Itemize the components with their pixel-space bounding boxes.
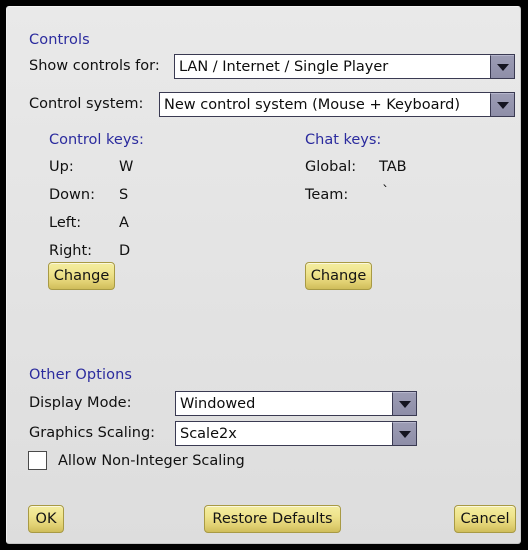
options-dialog-panel: Controls Show controls for: LAN / Intern… — [6, 6, 521, 544]
graphics-scaling-value: Scale2x — [176, 422, 392, 445]
control-key-label-down: Down: — [49, 187, 95, 203]
control-key-value-down: S — [119, 187, 129, 203]
chevron-down-icon — [398, 430, 411, 438]
chat-key-label-global: Global: — [305, 159, 357, 175]
graphics-scaling-select[interactable]: Scale2x — [175, 421, 417, 446]
display-mode-label: Display Mode: — [29, 395, 132, 411]
control-key-label-right: Right: — [49, 243, 93, 259]
chevron-down-icon — [496, 63, 509, 71]
allow-non-integer-scaling-label: Allow Non-Integer Scaling — [58, 452, 245, 469]
control-system-dropdown-button[interactable] — [490, 93, 514, 116]
allow-non-integer-scaling-checkbox[interactable] — [28, 451, 47, 470]
control-key-value-left: A — [119, 215, 129, 231]
chevron-down-icon — [398, 400, 411, 408]
control-system-value: New control system (Mouse + Keyboard) — [160, 93, 490, 116]
chat-key-value-team: ` — [382, 184, 390, 200]
other-options-section-header: Other Options — [29, 367, 133, 383]
ok-button[interactable]: OK — [28, 505, 64, 533]
show-controls-for-label: Show controls for: — [29, 58, 160, 74]
options-dialog-window: Controls Show controls for: LAN / Intern… — [0, 0, 528, 550]
chevron-down-icon — [496, 101, 509, 109]
graphics-scaling-dropdown-button[interactable] — [392, 422, 416, 445]
control-key-label-left: Left: — [49, 215, 82, 231]
cancel-button[interactable]: Cancel — [454, 505, 516, 533]
control-system-select[interactable]: New control system (Mouse + Keyboard) — [159, 92, 515, 117]
controls-section-header: Controls — [29, 32, 90, 48]
show-controls-for-value: LAN / Internet / Single Player — [175, 55, 490, 78]
control-key-label-up: Up: — [49, 159, 74, 175]
chat-key-label-team: Team: — [305, 187, 349, 203]
display-mode-select[interactable]: Windowed — [175, 391, 417, 416]
chat-keys-header: Chat keys: — [305, 132, 382, 148]
chat-key-value-global: TAB — [379, 159, 407, 175]
display-mode-value: Windowed — [176, 392, 392, 415]
change-chat-keys-button[interactable]: Change — [305, 262, 372, 290]
change-control-keys-button[interactable]: Change — [48, 262, 115, 290]
display-mode-dropdown-button[interactable] — [392, 392, 416, 415]
show-controls-for-dropdown-button[interactable] — [490, 55, 514, 78]
show-controls-for-select[interactable]: LAN / Internet / Single Player — [174, 54, 515, 79]
control-system-label: Control system: — [29, 96, 144, 112]
allow-non-integer-scaling-checkbox-row[interactable]: Allow Non-Integer Scaling — [28, 451, 245, 470]
control-key-value-up: W — [119, 159, 134, 175]
restore-defaults-button[interactable]: Restore Defaults — [204, 505, 341, 533]
control-keys-header: Control keys: — [49, 132, 144, 148]
control-key-value-right: D — [119, 243, 131, 259]
graphics-scaling-label: Graphics Scaling: — [29, 425, 156, 441]
